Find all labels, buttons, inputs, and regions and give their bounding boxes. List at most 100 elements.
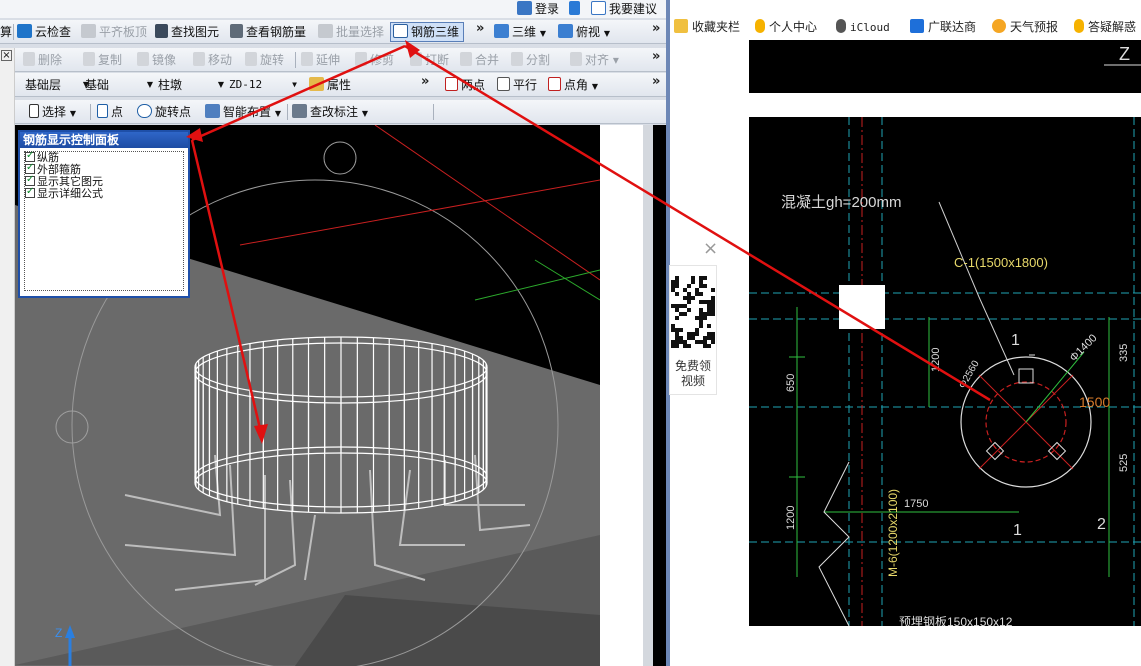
bookmark-weather[interactable]: 天气预报 (992, 18, 1058, 36)
cad-white-block (839, 285, 885, 329)
toolbar-edit: 删除 复制 镜像 移动 旋转 延伸 修剪 打断 合并 分割 对齐 ▾ » (15, 48, 666, 72)
qr-cell (675, 280, 679, 284)
overflow-chevron[interactable]: » (652, 74, 660, 89)
bookmark-label: iCloud (850, 21, 890, 34)
split-button[interactable]: 分割 (511, 51, 550, 69)
bookmark-qa[interactable]: 答疑解惑 (1074, 18, 1136, 36)
rebar-3d-button[interactable]: 钢筋三维 (390, 22, 464, 42)
category-select[interactable]: 基础 ▼ (85, 76, 153, 94)
cad-drawing-top: Z (749, 40, 1141, 93)
bookmark-icloud[interactable]: iCloud (836, 18, 890, 36)
checkbox-checked-icon[interactable] (25, 174, 35, 186)
browser-top (670, 0, 1141, 14)
rebar-3d-label: 钢筋三维 (411, 25, 460, 39)
mirror-button[interactable]: 镜像 (137, 51, 176, 69)
qr-cell (675, 340, 679, 344)
mirror-label: 镜像 (152, 53, 177, 67)
overflow-chevron[interactable]: » (476, 21, 484, 36)
calc-button[interactable]: 算 (0, 23, 12, 41)
bookmark-favorites[interactable]: 收藏夹栏 (674, 18, 740, 36)
properties-button[interactable]: 属性 (309, 76, 351, 94)
bookmark-personal[interactable]: 个人中心 (755, 18, 817, 36)
cad-dim-orange: 1500 (1079, 394, 1110, 410)
move-button[interactable]: 移动 (193, 51, 232, 69)
top-view-label: 俯视 (576, 25, 601, 39)
element-name-select[interactable]: ZD-12 ▼ (229, 76, 297, 94)
cad-drawing[interactable]: 混凝土gh=200mm C-1(1500x1800) 1 1 2 1500 17… (749, 117, 1141, 626)
parallel-button[interactable]: 平行 (497, 76, 537, 94)
find-element-label: 查找图元 (171, 25, 220, 39)
bell-icon[interactable] (569, 0, 583, 18)
close-icon[interactable]: × (1, 50, 12, 61)
split-label: 分割 (526, 53, 551, 67)
two-point-label: 两点 (461, 78, 486, 92)
view-rebar-button[interactable]: 查看钢筋量 (230, 23, 306, 41)
overflow-chevron[interactable]: » (421, 74, 429, 89)
glodon-icon (1074, 19, 1084, 33)
delete-button[interactable]: 删除 (23, 51, 62, 69)
cad-leader-note (938, 201, 1015, 376)
viewport-gap (600, 125, 643, 666)
qr-cell (703, 284, 707, 288)
align-label: 对齐 (585, 53, 610, 67)
batch-select-button[interactable]: 批量选择 (318, 23, 384, 41)
left-dock-strip: × (0, 48, 15, 666)
select-dropdown[interactable]: 选择 ▼ (29, 103, 76, 121)
caret-icon: ▼ (69, 109, 76, 118)
close-icon[interactable]: × (703, 238, 718, 259)
cloud-check-button[interactable]: 云检查 (17, 23, 71, 41)
caret-icon: ▼ (274, 109, 281, 118)
edit-label-dropdown[interactable]: 查改标注 ▼ (292, 103, 368, 121)
rotate-button[interactable]: 旋转 (245, 51, 284, 69)
trim-button[interactable]: 修剪 (355, 51, 394, 69)
qr-cell (671, 340, 675, 344)
qr-cell (699, 316, 703, 320)
break-button[interactable]: 打断 (410, 51, 449, 69)
flat-top-button[interactable]: 平齐板顶 (81, 23, 147, 41)
login-label: 登录 (535, 2, 560, 16)
top-view-dropdown[interactable]: 俯视 ▼ (558, 23, 610, 41)
merge-button[interactable]: 合并 (460, 51, 499, 69)
qr-cell (691, 336, 695, 340)
smart-layout-dropdown[interactable]: 智能布置 ▼ (205, 103, 281, 121)
checkbox-checked-icon[interactable] (25, 186, 35, 198)
point-button[interactable]: 点 (97, 103, 123, 121)
rotate-point-button[interactable]: 旋转点 (137, 103, 191, 121)
qr-cell (695, 332, 699, 336)
suggest-link[interactable]: 我要建议 (591, 0, 657, 18)
qr-cell (703, 312, 707, 316)
cad-label-pier: C-1(1500x1800) (954, 255, 1048, 270)
vertical-scrollbar[interactable] (643, 125, 653, 666)
qr-cell (707, 332, 711, 336)
apple-icon (836, 19, 846, 33)
align-dropdown[interactable]: 对齐 ▾ (570, 51, 619, 69)
bookmark-glodon-mall[interactable]: 广联达商 (910, 18, 976, 36)
qr-cell (675, 316, 679, 320)
option-show-formula[interactable]: 显示详细公式 (25, 186, 183, 200)
cad-dim: 1750 (904, 498, 928, 510)
qr-cell (683, 288, 687, 292)
element-type-select[interactable]: 柱墩 ▼ (158, 76, 224, 94)
find-element-button[interactable]: 查找图元 (155, 23, 219, 41)
caret-icon: ▼ (292, 80, 297, 89)
option-label: 显示详细公式 (37, 187, 103, 200)
point-angle-dropdown[interactable]: 点角 ▼ (548, 76, 598, 94)
qr-cell (687, 296, 691, 300)
checkbox-checked-icon[interactable] (25, 162, 35, 174)
two-point-button[interactable]: 两点 (445, 76, 485, 94)
view-3d-dropdown[interactable]: 三维 ▼ (494, 23, 546, 41)
layer-select[interactable]: 基础层 ▼ (25, 76, 89, 94)
merge-icon (460, 52, 472, 66)
overflow-chevron[interactable]: » (652, 49, 660, 64)
extend-button[interactable]: 延伸 (301, 51, 340, 69)
element-type-value: 柱墩 (158, 78, 183, 92)
copy-button[interactable]: 复制 (83, 51, 122, 69)
qr-cell (699, 284, 703, 288)
smart-layout-icon (205, 104, 220, 118)
overflow-chevron[interactable]: » (652, 21, 660, 36)
checkbox-checked-icon[interactable] (25, 150, 35, 162)
login-link[interactable]: 登录 (517, 0, 559, 18)
split-icon (511, 52, 523, 66)
divider (13, 24, 14, 40)
qr-cell (675, 336, 679, 340)
